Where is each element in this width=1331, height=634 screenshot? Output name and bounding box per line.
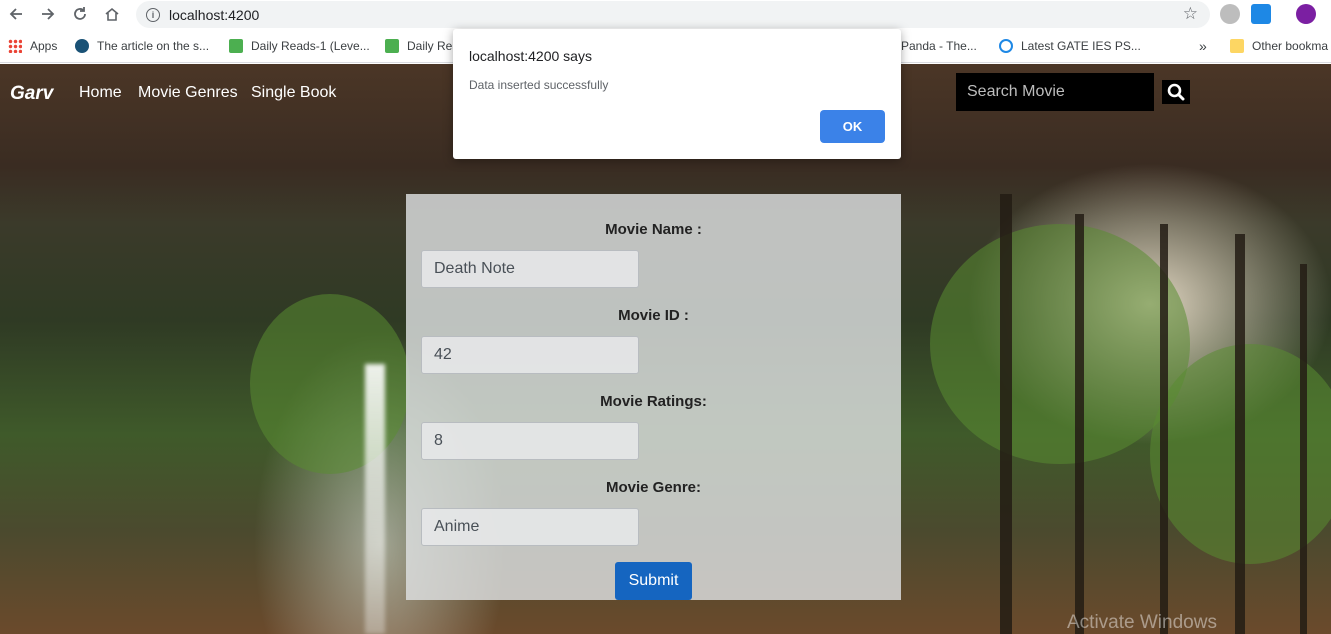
- bookmarks-overflow[interactable]: »: [1199, 37, 1207, 55]
- bookmark-gate[interactable]: Latest GATE IES PS...: [999, 37, 1141, 55]
- nav-movie-genres[interactable]: Movie Genres: [138, 84, 238, 102]
- bookmark-panda[interactable]: Panda - The...: [901, 37, 977, 55]
- movie-id-input[interactable]: 42: [421, 336, 639, 374]
- tree-trunk: [1075, 214, 1084, 634]
- nav-home[interactable]: Home: [79, 84, 122, 102]
- bookmark-daily-reads-1[interactable]: Daily Reads-1 (Leve...: [229, 37, 370, 55]
- movie-genre-input[interactable]: Anime: [421, 508, 639, 546]
- info-icon[interactable]: i: [146, 7, 160, 22]
- profile-avatar[interactable]: [1296, 4, 1316, 24]
- movie-name-input[interactable]: Death Note: [421, 250, 639, 288]
- tree-trunk: [1000, 194, 1012, 634]
- url-text: localhost:4200: [169, 6, 260, 23]
- globe-icon: [75, 39, 89, 53]
- address-bar[interactable]: i localhost:4200 ☆: [136, 1, 1210, 28]
- browser-toolbar: i localhost:4200 ☆: [0, 0, 1331, 29]
- bookmark-apps[interactable]: Apps: [8, 37, 57, 55]
- pocket-extension-icon[interactable]: [1251, 4, 1271, 24]
- bookmark-label: Latest GATE IES PS...: [1021, 39, 1141, 53]
- movie-ratings-label: Movie Ratings:: [600, 393, 707, 410]
- movie-genre-label: Movie Genre:: [605, 479, 702, 496]
- nav-single-book[interactable]: Single Book: [251, 84, 336, 102]
- search-icon: [1167, 83, 1185, 101]
- reload-icon[interactable]: [67, 1, 93, 27]
- tree-foliage: [930, 224, 1190, 464]
- tree-foliage: [250, 294, 410, 474]
- movie-id-label: Movie ID :: [618, 307, 689, 324]
- bookmark-star-icon[interactable]: ☆: [1183, 4, 1198, 24]
- home-icon[interactable]: [99, 1, 125, 27]
- bookmark-label: The article on the s...: [97, 39, 210, 53]
- tree-trunk: [1235, 234, 1245, 634]
- w-logo-icon: [385, 39, 399, 53]
- bookmark-label: Daily Rea: [407, 39, 460, 53]
- bookmark-label: Panda - The...: [901, 39, 977, 53]
- bookmark-article[interactable]: The article on the s...: [75, 37, 209, 55]
- tree-trunk: [1300, 264, 1307, 634]
- dialog-message: Data inserted successfully: [469, 78, 609, 92]
- bookmark-label: Apps: [30, 39, 58, 53]
- w-logo-icon: [229, 39, 243, 53]
- back-icon[interactable]: [3, 1, 29, 27]
- forward-icon[interactable]: [35, 1, 61, 27]
- submit-button[interactable]: Submit: [615, 562, 692, 600]
- apps-grid-icon: [8, 39, 22, 53]
- bookmark-label: Other bookma: [1252, 39, 1329, 53]
- bookmark-daily-reads[interactable]: Daily Rea: [385, 37, 459, 55]
- overflow-chevron-icon: »: [1199, 38, 1207, 54]
- dialog-title: localhost:4200 says: [469, 48, 592, 64]
- bookmark-other[interactable]: Other bookma: [1230, 37, 1328, 55]
- activate-windows-watermark: Activate Windows: [1067, 612, 1217, 633]
- alert-dialog: localhost:4200 says Data inserted succes…: [453, 29, 901, 159]
- bookmark-label: Daily Reads-1 (Leve...: [251, 39, 370, 53]
- extension-icon[interactable]: [1220, 4, 1240, 24]
- movie-form: Movie Name : Death Note Movie ID : 42 Mo…: [406, 194, 901, 600]
- loading-icon: [999, 39, 1013, 53]
- folder-icon: [1230, 39, 1244, 53]
- search-button[interactable]: [1162, 80, 1190, 104]
- movie-ratings-input[interactable]: 8: [421, 422, 639, 460]
- brand-logo[interactable]: Garv: [10, 83, 53, 105]
- tree-trunk: [1160, 224, 1168, 634]
- search-input[interactable]: [956, 73, 1154, 111]
- waterfall: [365, 364, 385, 634]
- movie-name-label: Movie Name :: [605, 221, 702, 238]
- dialog-ok-button[interactable]: OK: [820, 110, 885, 143]
